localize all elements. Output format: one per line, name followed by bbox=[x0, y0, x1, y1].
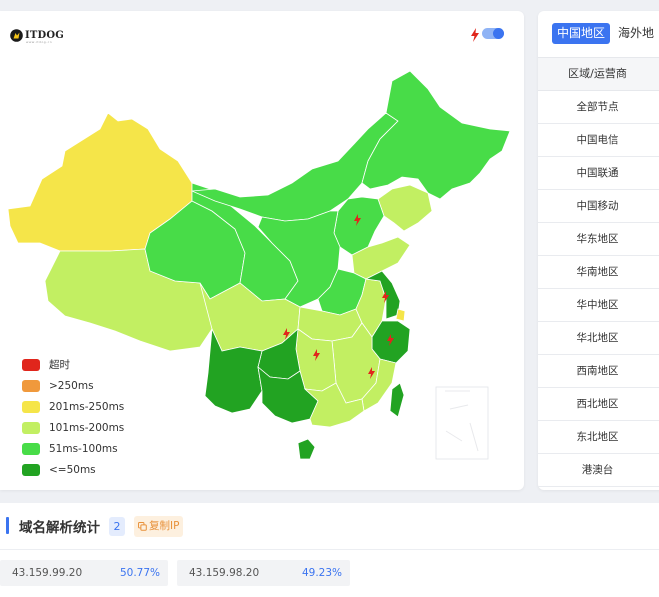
table-row[interactable]: 中国移动 bbox=[538, 190, 659, 223]
legend-item-201-250[interactable]: 201ms-250ms bbox=[22, 396, 124, 417]
province-shanghai[interactable] bbox=[395, 308, 406, 322]
province-taiwan[interactable] bbox=[389, 382, 405, 418]
legend-swatch bbox=[22, 379, 40, 392]
ip-item[interactable]: 43.159.98.20 49.23% bbox=[177, 560, 350, 586]
stats-title: 域名解析统计 bbox=[19, 520, 100, 536]
south-china-sea-inset bbox=[435, 386, 489, 460]
table-row[interactable]: 中国联通 bbox=[538, 157, 659, 190]
legend-item-gt250[interactable]: >250ms bbox=[22, 375, 124, 396]
region-panel: 中国地区 海外地 区域/运营商 全部节点 中国电信 中国联通 中国移动 华东地区… bbox=[538, 11, 659, 490]
copy-ip-button[interactable]: 复制IP bbox=[134, 516, 184, 537]
ip-percent: 50.77% bbox=[119, 567, 160, 579]
legend-label: 51ms-100ms bbox=[49, 442, 118, 455]
latency-legend: 超时 >250ms 201ms-250ms 101ms-200ms 51ms-1… bbox=[22, 354, 124, 480]
table-row[interactable]: 港澳台 bbox=[538, 454, 659, 487]
ip-address: 43.159.98.20 bbox=[189, 567, 260, 579]
legend-label: 101ms-200ms bbox=[49, 421, 125, 434]
ip-count-badge: 2 bbox=[109, 517, 125, 536]
copy-icon bbox=[138, 522, 147, 531]
table-row[interactable]: 华北地区 bbox=[538, 322, 659, 355]
region-table: 全部节点 中国电信 中国联通 中国移动 华东地区 华南地区 华中地区 华北地区 … bbox=[538, 91, 659, 487]
legend-label: <=50ms bbox=[49, 463, 96, 476]
ip-percent: 49.23% bbox=[301, 567, 342, 579]
ip-address: 43.159.99.20 bbox=[12, 567, 83, 579]
legend-swatch bbox=[22, 400, 40, 413]
legend-item-le50[interactable]: <=50ms bbox=[22, 459, 124, 480]
legend-label: >250ms bbox=[49, 379, 94, 392]
province-liaoning[interactable] bbox=[377, 184, 433, 232]
table-row[interactable]: 东北地区 bbox=[538, 421, 659, 454]
legend-item-timeout[interactable]: 超时 bbox=[22, 354, 124, 375]
legend-swatch bbox=[22, 463, 40, 476]
section-accent-bar bbox=[6, 517, 9, 534]
map-card: ITDOG www.itdog.cn 超时 >250ms 201ms-250ms… bbox=[0, 11, 524, 490]
legend-swatch bbox=[22, 358, 40, 371]
province-heilongjiang[interactable] bbox=[361, 70, 511, 200]
legend-item-51-100[interactable]: 51ms-100ms bbox=[22, 438, 124, 459]
table-header: 区域/运营商 bbox=[538, 57, 659, 91]
legend-label: 201ms-250ms bbox=[49, 400, 125, 413]
legend-item-101-200[interactable]: 101ms-200ms bbox=[22, 417, 124, 438]
table-row[interactable]: 华东地区 bbox=[538, 223, 659, 256]
ip-item[interactable]: 43.159.99.20 50.77% bbox=[0, 560, 168, 586]
table-row[interactable]: 中国电信 bbox=[538, 124, 659, 157]
table-row[interactable]: 华中地区 bbox=[538, 289, 659, 322]
dns-stats-card: 域名解析统计 2 复制IP 43.159.99.20 50.77% 43.159… bbox=[0, 503, 659, 597]
tab-overseas[interactable]: 海外地 bbox=[618, 23, 654, 44]
table-row[interactable]: 全部节点 bbox=[538, 91, 659, 124]
copy-ip-label: 复制IP bbox=[149, 520, 180, 532]
tab-china[interactable]: 中国地区 bbox=[552, 23, 611, 44]
province-hainan[interactable] bbox=[297, 438, 316, 460]
region-tabs: 中国地区 海外地 bbox=[552, 23, 654, 44]
legend-label: 超时 bbox=[49, 359, 70, 371]
table-row[interactable]: 西北地区 bbox=[538, 388, 659, 421]
legend-swatch bbox=[22, 442, 40, 455]
table-row[interactable]: 华南地区 bbox=[538, 256, 659, 289]
stats-header: 域名解析统计 2 复制IP bbox=[0, 503, 659, 550]
legend-swatch bbox=[22, 421, 40, 434]
table-row[interactable]: 西南地区 bbox=[538, 355, 659, 388]
